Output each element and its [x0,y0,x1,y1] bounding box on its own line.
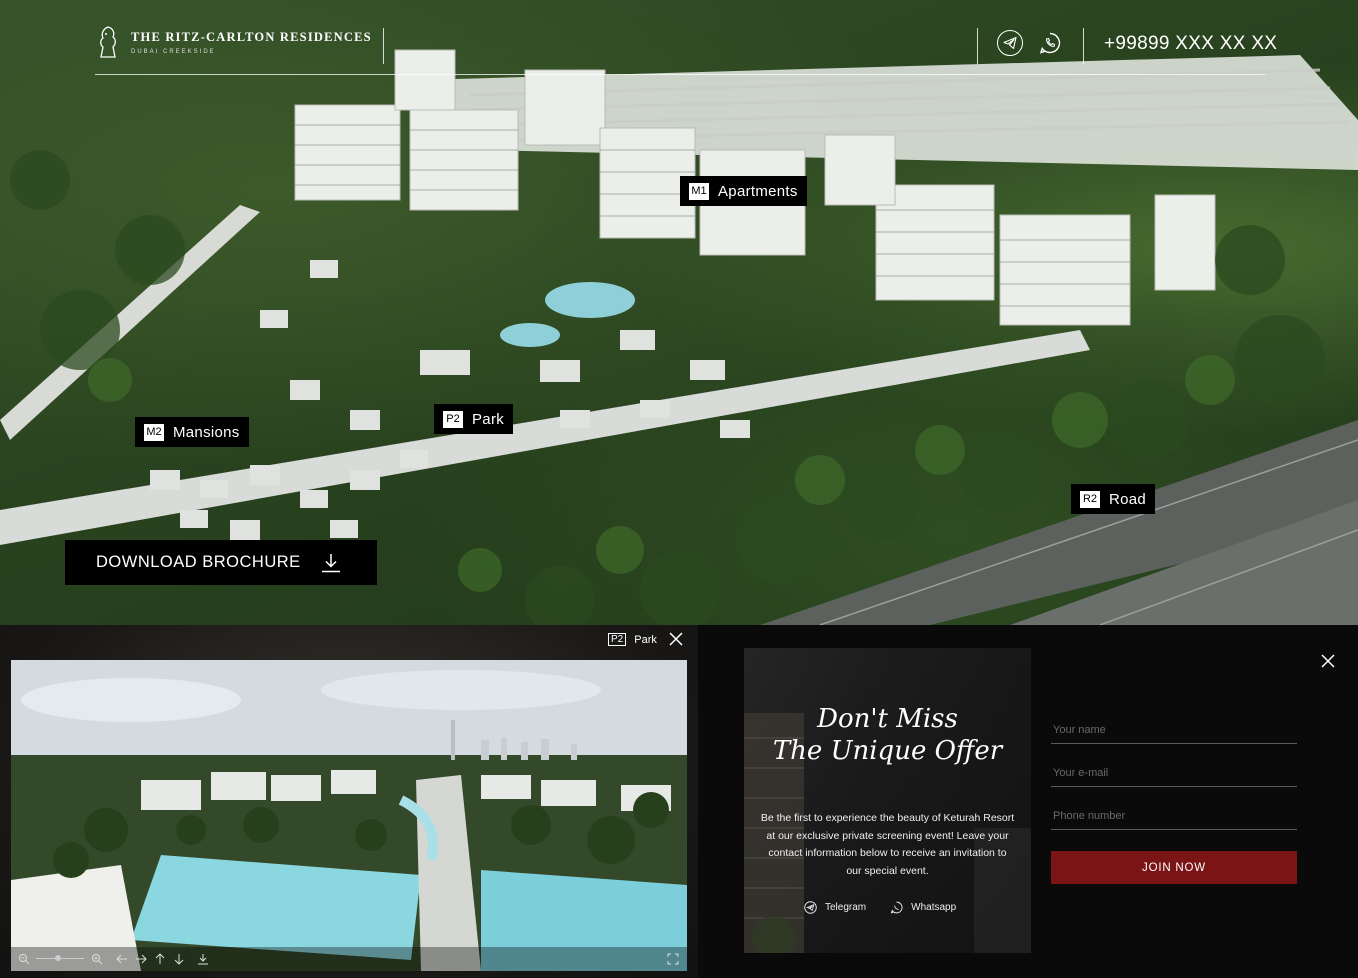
map-tag-apartments[interactable]: M1 Apartments [680,176,807,206]
park-render-image [11,660,687,971]
close-icon[interactable] [668,631,684,647]
tag-label: Apartments [718,182,798,200]
aerial-hero: THE RITZ-CARLTON RESIDENCES DUBAI CREEKS… [0,0,1358,625]
whatsapp-icon[interactable] [1037,30,1063,56]
arrow-down-icon[interactable] [171,951,187,967]
telegram-icon [804,901,817,914]
tag-label: Mansions [173,423,240,441]
tag-label: Road [1109,490,1147,508]
download-label: DOWNLOAD BROCHURE [96,553,301,571]
zoom-slider-handle[interactable] [55,955,61,961]
lion-crest-icon [100,26,116,58]
aerial-render-image [0,49,1358,625]
header-divider [1083,28,1084,64]
page-root: THE RITZ-CARLTON RESIDENCES DUBAI CREEKS… [0,0,1358,978]
brand-subtitle: DUBAI CREEKSIDE [131,48,216,55]
telegram-link[interactable]: Telegram [804,901,866,914]
offer-description: Be the first to experience the beauty of… [760,812,1015,877]
arrow-up-icon[interactable] [152,951,168,967]
offer-card: Don't Miss The Unique Offer Be the first… [744,648,1031,953]
zoom-out-icon[interactable] [16,951,32,967]
join-now-button[interactable]: JOIN NOW [1051,851,1297,884]
name-field[interactable] [1051,716,1297,744]
brand-logo[interactable]: THE RITZ-CARLTON RESIDENCES DUBAI CREEKS… [95,25,372,59]
header-rule [95,74,1265,75]
whatsapp-link[interactable]: Whatsapp [890,901,956,914]
offer-title-line2: The Unique Offer [772,736,1003,766]
download-brochure-button[interactable]: DOWNLOAD BROCHURE [65,540,377,585]
park-photo [11,660,687,971]
fullscreen-icon[interactable] [665,951,681,967]
email-field[interactable] [1051,759,1297,787]
tag-label: Park [634,633,657,646]
offer-title: Don't Miss The Unique Offer [744,703,1031,767]
tag-code: P2 [608,633,627,646]
gallery-tag-park[interactable]: P2 Park [608,633,657,646]
map-tag-mansions[interactable]: M2 Mansions [135,417,249,447]
offer-contact-links: Telegram Whatsapp [804,901,956,914]
map-tag-road[interactable]: R2 Road [1071,484,1156,514]
offer-title-line1: Don't Miss [817,704,958,734]
phone-field[interactable] [1051,802,1297,830]
tag-label: Park [472,410,505,428]
telegram-icon[interactable] [997,30,1023,56]
site-header: THE RITZ-CARLTON RESIDENCES DUBAI CREEKS… [0,0,1358,80]
gallery-toolbar [11,947,687,971]
gallery-panel: P2 Park [0,625,698,978]
download-icon [322,554,340,573]
map-tag-park[interactable]: P2 Park [434,404,514,434]
tag-code: P2 [443,410,463,428]
arrow-right-icon[interactable] [133,951,149,967]
whatsapp-link-label: Whatsapp [911,902,957,913]
arrow-left-icon[interactable] [114,951,130,967]
brand-text: THE RITZ-CARLTON RESIDENCES DUBAI CREEKS… [131,30,372,55]
offer-panel: Don't Miss The Unique Offer Be the first… [698,625,1358,978]
close-icon[interactable] [1320,653,1336,669]
brand-name: THE RITZ-CARLTON RESIDENCES [131,29,372,44]
tag-code: M1 [689,182,709,200]
download-icon[interactable] [195,951,211,967]
header-divider [977,28,978,64]
zoom-in-icon[interactable] [89,951,105,967]
tag-code: R2 [1080,490,1100,508]
header-divider [383,28,384,64]
tag-code: M2 [144,423,164,441]
whatsapp-icon [890,901,903,914]
telegram-link-label: Telegram [825,902,867,913]
phone-link[interactable]: +99899 XXX XX XX [1104,33,1277,55]
